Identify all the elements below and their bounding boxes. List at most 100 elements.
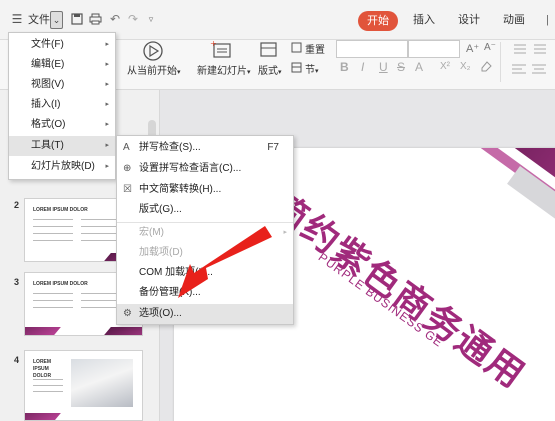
layout-label: 版式 xyxy=(258,66,278,77)
menu-item-label: 宏(M) xyxy=(139,227,164,238)
menu-item-label: 幻灯片放映(D) xyxy=(31,161,95,172)
layout-icon[interactable] xyxy=(260,40,278,60)
dropdown-arrow-icon: ▾ xyxy=(278,69,282,76)
play-icon[interactable] xyxy=(142,40,164,62)
gear-icon: ⚙ xyxy=(123,308,132,319)
file-dropdown-button[interactable]: ⌄ xyxy=(50,11,63,29)
menu-item-com-addins[interactable]: COM 加载项(I)... xyxy=(117,263,293,283)
menu-item-file[interactable]: 文件(F) ▸ xyxy=(9,35,115,55)
paragraph-icons[interactable] xyxy=(510,42,550,78)
submenu-arrow-icon: ▸ xyxy=(105,121,109,128)
new-slide-icon[interactable]: + xyxy=(210,40,232,60)
section-label: 节 xyxy=(305,65,315,76)
menu-item-insert[interactable]: 插入(I) ▸ xyxy=(9,95,115,115)
menu-item-chinese-convert[interactable]: ☒ 中文简繁转换(H)... xyxy=(117,180,293,200)
submenu-arrow-icon: ▸ xyxy=(105,81,109,88)
divider xyxy=(500,42,501,82)
tab-start[interactable]: 开始 xyxy=(358,11,398,31)
decrease-font-size-icon[interactable]: A⁻ xyxy=(484,42,496,53)
spell-check-icon: A xyxy=(123,142,130,153)
slide-thumbnail-4[interactable]: LOREM IPSUM DOLOR xyxy=(24,350,143,421)
slide-number: 3 xyxy=(14,277,20,287)
menu-item-spell-language[interactable]: ⊕ 设置拼写检查语言(C)... xyxy=(117,159,293,179)
menu-item-spell-check[interactable]: A 拼写检查(S)... F7 xyxy=(117,138,293,158)
hamburger-menu-icon[interactable]: ☰ xyxy=(10,12,24,26)
menu-item-addins[interactable]: 加载项(D) xyxy=(117,243,293,263)
dropdown-arrow-icon: ▾ xyxy=(177,69,181,76)
tab-design[interactable]: 设计 xyxy=(458,10,480,30)
menu-item-macro[interactable]: 宏(M) ▸ xyxy=(117,223,293,243)
reset-button[interactable]: 重置 xyxy=(305,41,325,56)
reset-icon xyxy=(291,42,302,53)
menu-item-view[interactable]: 视图(V) ▸ xyxy=(9,75,115,95)
increase-font-size-icon[interactable]: A⁺ xyxy=(466,42,479,55)
bold-icon[interactable]: B xyxy=(340,60,349,74)
file-dropdown-menu: 文件(F) ▸ 编辑(E) ▸ 视图(V) ▸ 插入(I) ▸ 格式(O) ▸ 工具(T)… xyxy=(8,32,116,180)
menu-item-tools[interactable]: 工具(T) ▸ xyxy=(9,136,115,156)
superscript-icon[interactable]: X² xyxy=(440,61,450,72)
submenu-arrow-icon: ▸ xyxy=(105,163,109,170)
menu-item-slideshow[interactable]: 幻灯片放映(D) ▸ xyxy=(9,157,115,177)
new-slide-label: 新建幻灯片 xyxy=(197,66,247,77)
tab-animation[interactable]: 动画 xyxy=(503,10,525,30)
menu-item-label: 加载项(D) xyxy=(139,247,183,258)
thumbnail-title: LOREM IPSUM DOLOR xyxy=(33,207,88,213)
slide-number: 2 xyxy=(14,200,20,210)
layout-button[interactable]: 版式▾ xyxy=(258,62,282,77)
menu-item-label: 备份管理(K)... xyxy=(139,287,201,298)
tools-submenu: A 拼写检查(S)... F7 ⊕ 设置拼写检查语言(C)... ☒ 中文简繁转… xyxy=(116,135,294,325)
menu-item-options[interactable]: ⚙ 选项(O)... xyxy=(117,304,293,324)
redo-icon[interactable]: ↷ xyxy=(126,12,140,26)
dropdown-arrow-icon: ▾ xyxy=(315,68,319,75)
menu-item-label: 选项(O)... xyxy=(139,308,182,319)
menu-item-backup[interactable]: 备份管理(K)... xyxy=(117,283,293,303)
submenu-arrow-icon: ▸ xyxy=(105,101,109,108)
more-tabs-icon[interactable]: | xyxy=(546,10,549,30)
menu-item-layout[interactable]: 版式(G)... xyxy=(117,200,293,220)
strikethrough-icon[interactable]: S xyxy=(397,60,405,74)
thumbnail-title: LOREM IPSUM DOLOR xyxy=(33,359,52,379)
menu-item-label: 插入(I) xyxy=(31,99,61,110)
submenu-arrow-icon: ▸ xyxy=(283,229,287,236)
menu-item-label: 拼写检查(S)... xyxy=(139,142,201,153)
menu-item-label: COM 加载项(I)... xyxy=(139,267,213,278)
print-icon[interactable] xyxy=(89,13,102,25)
section-button[interactable]: 节▾ xyxy=(305,61,319,76)
quick-access-dropdown-icon[interactable]: ▿ xyxy=(144,12,158,26)
decorative-stripe xyxy=(507,166,555,255)
font-name-select[interactable] xyxy=(336,40,408,58)
tab-insert[interactable]: 插入 xyxy=(413,10,435,30)
font-size-select[interactable] xyxy=(408,40,460,58)
font-color-icon[interactable]: A xyxy=(415,60,423,74)
menu-item-label: 格式(O) xyxy=(31,119,66,130)
thumbnail-title: LOREM IPSUM DOLOR xyxy=(33,281,88,287)
play-from-current-button[interactable]: 从当前开始▾ xyxy=(127,62,181,77)
menu-item-edit[interactable]: 编辑(E) ▸ xyxy=(9,55,115,75)
file-menu-button[interactable]: 文件 xyxy=(28,10,50,30)
dropdown-arrow-icon: ▾ xyxy=(247,69,251,76)
thumbnail-photo xyxy=(71,359,133,407)
slide-title[interactable]: 简约紫色商务通用 xyxy=(261,178,538,399)
play-from-current-label: 从当前开始 xyxy=(127,66,177,77)
menu-item-label: 设置拼写检查语言(C)... xyxy=(139,163,242,174)
clear-format-icon[interactable] xyxy=(480,60,492,72)
submenu-arrow-icon: ▸ xyxy=(105,142,109,149)
italic-icon[interactable]: I xyxy=(361,60,364,74)
new-slide-button[interactable]: 新建幻灯片▾ xyxy=(197,62,251,77)
menu-item-label: 版式(G)... xyxy=(139,204,182,215)
save-icon[interactable] xyxy=(71,13,83,25)
menu-item-format[interactable]: 格式(O) ▸ xyxy=(9,115,115,135)
svg-text:+: + xyxy=(210,40,217,48)
submenu-arrow-icon: ▸ xyxy=(105,41,109,48)
menu-item-label: 文件(F) xyxy=(31,39,64,50)
menu-item-label: 中文简繁转换(H)... xyxy=(139,184,222,195)
submenu-arrow-icon: ▸ xyxy=(105,61,109,68)
menu-item-label: 视图(V) xyxy=(31,79,65,90)
menu-item-label: 编辑(E) xyxy=(31,59,65,70)
slide-number: 4 xyxy=(14,355,20,365)
language-icon: ⊕ xyxy=(123,163,132,174)
section-icon xyxy=(291,62,302,73)
underline-icon[interactable]: U xyxy=(379,60,388,74)
undo-icon[interactable]: ↶ xyxy=(108,12,122,26)
subscript-icon[interactable]: X₂ xyxy=(460,61,471,72)
